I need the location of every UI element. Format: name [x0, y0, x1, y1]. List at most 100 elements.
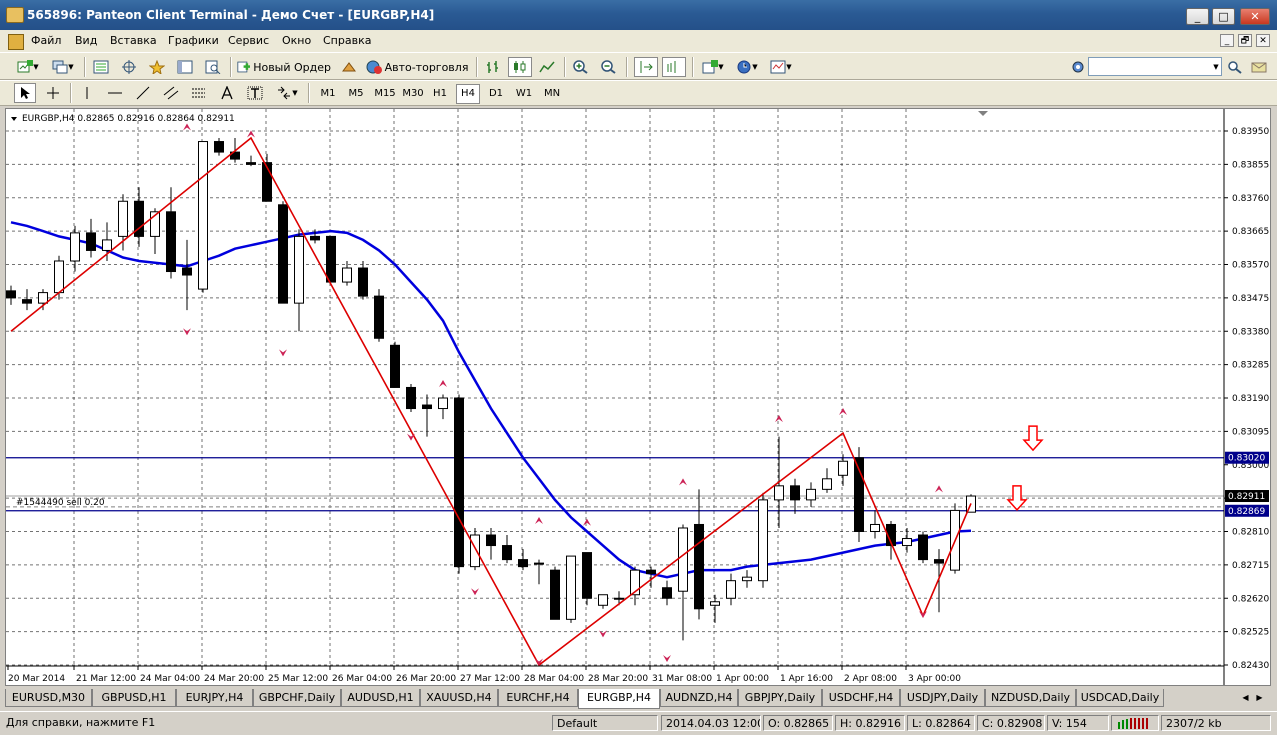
- new-order-icon: [237, 61, 251, 73]
- mdi-minimize-button[interactable]: _: [1220, 34, 1234, 47]
- price-tick-label: 0.83760: [1232, 194, 1269, 204]
- tab-audusd-h1[interactable]: AUDUSD,H1: [341, 689, 420, 707]
- tab-audnzd-h4[interactable]: AUDNZD,H4: [660, 689, 738, 707]
- candle-body: [470, 534, 480, 568]
- menu-insert[interactable]: Вставка: [110, 34, 157, 47]
- window-title: 565896: Panteon Client Terminal - Демо С…: [27, 8, 435, 22]
- menu-charts[interactable]: Графики: [168, 34, 219, 47]
- cursor-tool[interactable]: [14, 83, 36, 103]
- text-label-tool[interactable]: [244, 83, 266, 103]
- menu-window[interactable]: Окно: [282, 34, 311, 47]
- search-input[interactable]: [1088, 57, 1222, 76]
- timeframe-m5[interactable]: M5: [344, 84, 368, 104]
- experts-button[interactable]: [338, 57, 360, 77]
- mailbox-button[interactable]: [1249, 57, 1269, 77]
- tab-xauusd-h4[interactable]: XAUUSD,H4: [420, 689, 498, 707]
- tab-scroll-left-icon[interactable]: ◀: [1241, 692, 1250, 704]
- moving-average: [10, 221, 972, 579]
- mdi-restore-button[interactable]: 🗗: [1238, 34, 1252, 47]
- arrows-tool[interactable]: ▼: [272, 83, 302, 103]
- crosshair-tool[interactable]: [42, 83, 64, 103]
- crosshair-target-icon: [122, 60, 136, 74]
- candle-body: [166, 211, 176, 273]
- trendline-tool[interactable]: [132, 83, 154, 103]
- tab-gbpjpy-daily[interactable]: GBPJPY,Daily: [738, 689, 822, 707]
- horizontal-line-tool[interactable]: [104, 83, 126, 103]
- tab-gbpusd-h1[interactable]: GBPUSD,H1: [92, 689, 176, 707]
- candle-body: [406, 386, 416, 410]
- new-order-button[interactable]: Новый Ордер: [236, 57, 332, 77]
- chart-shift-button[interactable]: [662, 57, 686, 77]
- minimize-button[interactable]: _: [1186, 8, 1209, 25]
- menu-file[interactable]: Файл: [31, 34, 61, 47]
- candlestick-chart[interactable]: 0.83950 0.83855 0.83760 0.83665 0.83570 0.834…: [6, 109, 1270, 685]
- chart-menu-triangle-icon[interactable]: [11, 117, 17, 121]
- templates-button[interactable]: ▼: [766, 57, 796, 77]
- fibonacci-tool[interactable]: [188, 83, 210, 103]
- mdi-close-button[interactable]: ✕: [1256, 34, 1270, 47]
- maximize-button[interactable]: □: [1212, 8, 1235, 25]
- tab-eurchf-h4[interactable]: EURCHF,H4: [498, 689, 578, 707]
- terminal-icon: [177, 60, 193, 74]
- tab-eurjpy-h4[interactable]: EURJPY,H4: [176, 689, 253, 707]
- auto-trading-button[interactable]: Авто-торговля: [364, 57, 470, 77]
- indicators-button[interactable]: ▼: [698, 57, 728, 77]
- bar-chart-button[interactable]: [482, 57, 504, 77]
- timeframe-m15[interactable]: M15: [372, 84, 398, 104]
- status-help: Для справки, нажмите F1: [6, 716, 156, 729]
- text-tool[interactable]: [216, 83, 238, 103]
- candle-body: [582, 552, 592, 599]
- zoom-in-button[interactable]: [570, 57, 592, 77]
- auto-scroll-button[interactable]: [634, 57, 658, 77]
- periods-button[interactable]: ▼: [732, 57, 762, 77]
- vertical-line-tool[interactable]: [76, 83, 98, 103]
- equidistant-channel-tool[interactable]: [160, 83, 182, 103]
- up-fractal-arrow: [679, 478, 687, 486]
- tab-gbpchf-daily[interactable]: GBPCHF,Daily: [253, 689, 341, 707]
- candlestick-button[interactable]: [508, 57, 532, 77]
- tab-usdcad-daily[interactable]: USDCAD,Daily: [1076, 689, 1164, 707]
- up-fractal-arrow: [439, 379, 447, 387]
- terminal-button[interactable]: [174, 57, 196, 77]
- market-watch-button[interactable]: [90, 57, 112, 77]
- candle-body: [758, 499, 768, 582]
- candle-body: [662, 587, 672, 599]
- menu-help[interactable]: Справка: [323, 34, 371, 47]
- timeframe-w1[interactable]: W1: [512, 84, 536, 104]
- profiles-button[interactable]: ▼: [48, 57, 78, 77]
- time-tick-label: 24 Mar 04:00: [140, 674, 200, 684]
- timeframe-m1[interactable]: M1: [316, 84, 340, 104]
- candle-body: [534, 562, 544, 565]
- menu-view[interactable]: Вид: [75, 34, 97, 47]
- timeframe-h4[interactable]: H4: [456, 84, 480, 104]
- tab-eurgbp-h4[interactable]: EURGBP,H4: [578, 689, 660, 709]
- tab-usdjpy-daily[interactable]: USDJPY,Daily: [900, 689, 985, 707]
- tab-scroll-right-icon[interactable]: ▶: [1255, 692, 1264, 704]
- search-dropdown-button[interactable]: ▼: [1210, 58, 1222, 75]
- tab-usdchf-h4[interactable]: USDCHF,H4: [822, 689, 900, 707]
- timeframe-h1[interactable]: H1: [428, 84, 452, 104]
- time-tick-label: 28 Mar 20:00: [588, 674, 648, 684]
- data-window-button[interactable]: [118, 57, 140, 77]
- new-chart-button[interactable]: ▼: [12, 57, 44, 77]
- menu-tools[interactable]: Сервис: [228, 34, 269, 47]
- navigator-button[interactable]: [146, 57, 168, 77]
- status-low: L: 0.82864: [907, 715, 975, 731]
- settings-gear-button[interactable]: [1068, 57, 1088, 77]
- connection-status[interactable]: [1111, 715, 1159, 731]
- line-chart-button[interactable]: [536, 57, 558, 77]
- chart-window[interactable]: 0.83950 0.83855 0.83760 0.83665 0.83570 0.834…: [5, 108, 1271, 686]
- timeframe-m30[interactable]: M30: [400, 84, 426, 104]
- zoom-out-button[interactable]: [598, 57, 620, 77]
- shift-marker-icon[interactable]: [978, 111, 988, 116]
- timeframe-d1[interactable]: D1: [484, 84, 508, 104]
- down-fractal-arrow: [279, 349, 287, 357]
- timeframe-mn[interactable]: MN: [540, 84, 564, 104]
- candle-body: [502, 545, 512, 561]
- search-button[interactable]: [1225, 57, 1245, 77]
- tab-nzdusd-daily[interactable]: NZDUSD,Daily: [985, 689, 1076, 707]
- tab-eurusd-m30[interactable]: EURUSD,M30: [5, 689, 92, 707]
- sell-signal-arrow-icon: [1022, 425, 1044, 452]
- close-button[interactable]: ✕: [1240, 8, 1270, 25]
- strategy-tester-button[interactable]: [202, 57, 224, 77]
